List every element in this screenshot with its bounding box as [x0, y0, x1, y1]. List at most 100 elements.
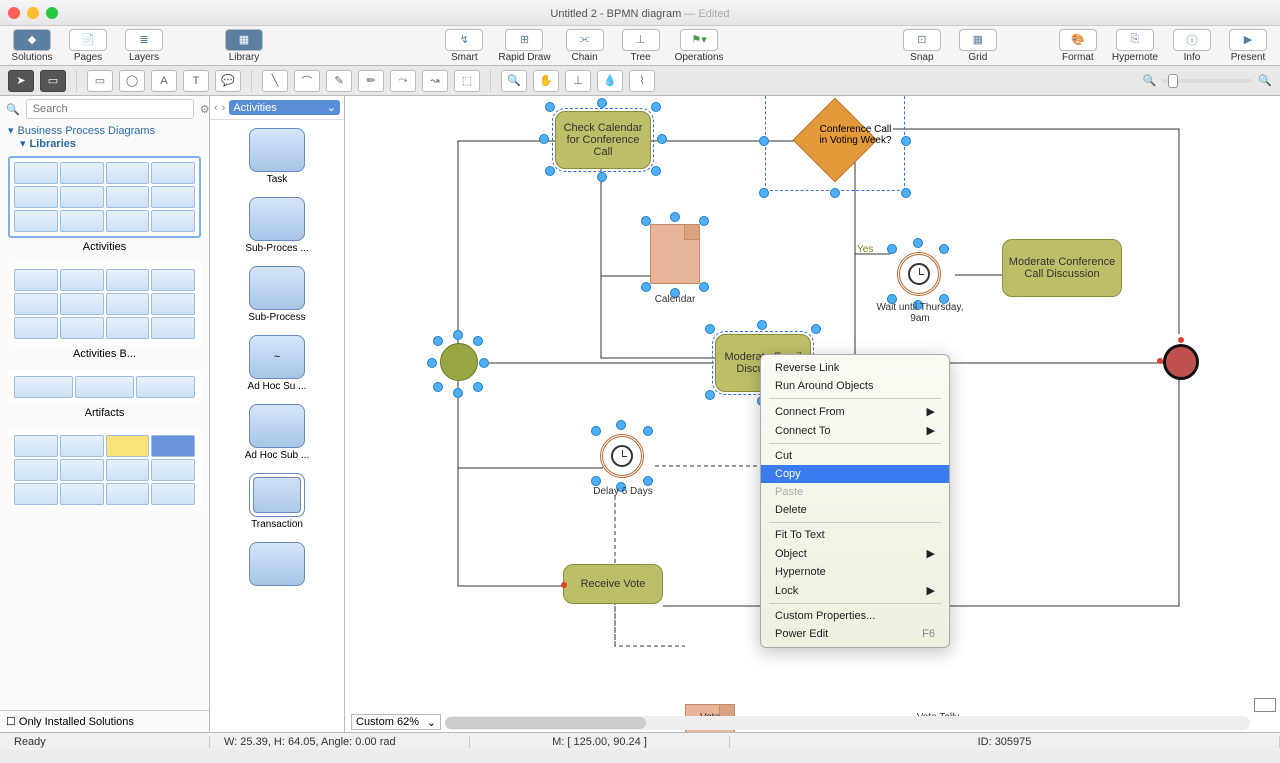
ctx-paste: Paste	[761, 483, 949, 501]
grid-button[interactable]: ▦Grid	[952, 27, 1004, 65]
ctx-lock[interactable]: Lock▶	[761, 581, 949, 600]
library-button[interactable]: ▦Library	[218, 27, 270, 65]
status-id: ID: 305975	[730, 736, 1280, 748]
solutions-panel: 🔍 ⚙ ▾ Business Process Diagrams ▾ Librar…	[0, 96, 210, 732]
gear-icon[interactable]: ⚙	[200, 103, 210, 116]
hypernote-button[interactable]: ⎘Hypernote	[1108, 27, 1162, 65]
brush-tool[interactable]: ⌇	[629, 70, 655, 92]
chain-button[interactable]: ⫘Chain	[559, 27, 611, 65]
ctx-connect-to[interactable]: Connect To▶	[761, 421, 949, 440]
zoom-out-icon[interactable]: 🔍	[1143, 74, 1157, 87]
ctx-delete[interactable]: Delete	[761, 501, 949, 519]
ellipse-tool[interactable]: ◯	[119, 70, 145, 92]
shape-fwd-icon[interactable]: ›	[222, 102, 226, 114]
zoom-tool[interactable]: 🔍	[501, 70, 527, 92]
shape-transaction[interactable]: Transaction	[218, 473, 336, 530]
frame-tool[interactable]: ⬚	[454, 70, 480, 92]
ctx-connect-from[interactable]: Connect From▶	[761, 402, 949, 421]
tree-button[interactable]: ⊥Tree	[615, 27, 667, 65]
pen-tool[interactable]: ✎	[326, 70, 352, 92]
shape-library-panel: ‹ › Activities⌄ Task Sub-Proces ... Sub-…	[210, 96, 345, 732]
ctx-power-edit[interactable]: Power EditF6	[761, 625, 949, 643]
tree-libraries[interactable]: ▾ Libraries	[8, 137, 201, 150]
shape-adhoc1[interactable]: ~Ad Hoc Su ...	[218, 335, 336, 392]
status-dimensions: W: 25.39, H: 64.05, Angle: 0.00 rad	[210, 736, 470, 748]
shape-category-select[interactable]: Activities⌄	[229, 100, 340, 115]
label-calendar: Calendar	[655, 294, 696, 305]
marquee-tool[interactable]: ▭	[40, 70, 66, 92]
present-button[interactable]: ▶Present	[1222, 27, 1274, 65]
rapid-draw-button[interactable]: ⊞Rapid Draw	[494, 27, 554, 65]
ctx-hypernote[interactable]: Hypernote	[761, 563, 949, 581]
selection-box	[765, 96, 905, 191]
pages-button[interactable]: 📄Pages	[62, 27, 114, 65]
start-event[interactable]	[440, 343, 478, 381]
status-mouse: M: [ 125.00, 90.24 ]	[470, 736, 730, 748]
label-delay: Delay 6 Days	[593, 486, 652, 497]
ctx-custom-props[interactable]: Custom Properties...	[761, 607, 949, 625]
secondary-toolbar: ➤ ▭ ▭ ◯ A T 💬 ╲ ⌒ ✎ ✏ ⤳ ↝ ⬚ 🔍 ✋ ⊥ 💧 ⌇ 🔍 …	[0, 66, 1280, 96]
ctx-fit-to-text[interactable]: Fit To Text	[761, 526, 949, 544]
doc-calendar[interactable]	[650, 224, 700, 284]
ctx-object[interactable]: Object▶	[761, 544, 949, 563]
arc-tool[interactable]: ⌒	[294, 70, 320, 92]
callout-tool[interactable]: 💬	[215, 70, 241, 92]
context-menu: Reverse Link Run Around Objects Connect …	[760, 354, 950, 648]
shape-subproc2[interactable]: Sub-Process	[218, 266, 336, 323]
lib-activities[interactable]: Activities	[8, 156, 201, 253]
pencil-tool[interactable]: ✏	[358, 70, 384, 92]
zoom-slider-area: 🔍 🔍	[1143, 74, 1272, 87]
snap-button[interactable]: ⊡Snap	[896, 27, 948, 65]
info-button[interactable]: ⓘInfo	[1166, 27, 1218, 65]
h-scrollbar[interactable]	[445, 716, 1250, 730]
status-ready: Ready	[0, 736, 210, 748]
tree-bpd[interactable]: ▾ Business Process Diagrams	[8, 124, 201, 137]
end-event[interactable]	[1163, 344, 1199, 380]
smart-connector-tool[interactable]: ↝	[422, 70, 448, 92]
text-tool[interactable]: A	[151, 70, 177, 92]
smart-button[interactable]: ↯Smart	[438, 27, 490, 65]
label-wait: Wait until Thursday, 9am	[875, 302, 965, 324]
textbox-tool[interactable]: T	[183, 70, 209, 92]
connector-tool[interactable]: ⤳	[390, 70, 416, 92]
eyedropper-tool[interactable]: 💧	[597, 70, 623, 92]
zoom-select[interactable]: Custom 62%⌄	[351, 714, 441, 730]
ctx-cut[interactable]: Cut	[761, 447, 949, 465]
task-receive-vote[interactable]: Receive Vote	[563, 564, 663, 604]
zoom-in-icon[interactable]: 🔍	[1258, 74, 1272, 87]
canvas[interactable]: Check Calendar for Conference Call Confe…	[345, 96, 1280, 732]
lib-artifacts[interactable]: Artifacts	[8, 370, 201, 419]
solutions-button[interactable]: ◆Solutions	[6, 27, 58, 65]
statusbar: Ready W: 25.39, H: 64.05, Angle: 0.00 ra…	[0, 732, 1280, 750]
layers-button[interactable]: ≣Layers	[118, 27, 170, 65]
only-installed-checkbox[interactable]: ☐ Only Installed Solutions	[0, 710, 209, 732]
zoom-slider[interactable]	[1162, 79, 1252, 83]
line-tool[interactable]: ╲	[262, 70, 288, 92]
pointer-tool[interactable]: ➤	[8, 70, 34, 92]
format-button[interactable]: 🎨Format	[1052, 27, 1104, 65]
ctx-copy[interactable]: Copy	[761, 465, 949, 483]
search-icon: 🔍	[6, 103, 20, 116]
shape-more[interactable]	[218, 542, 336, 586]
task-moderate-call[interactable]: Moderate Conference Call Discussion	[1002, 239, 1122, 297]
pan-tool[interactable]: ✋	[533, 70, 559, 92]
task-check-calendar[interactable]: Check Calendar for Conference Call	[555, 111, 651, 169]
timer-delay-6-days[interactable]	[600, 434, 644, 478]
shape-back-icon[interactable]: ‹	[214, 102, 218, 114]
shape-subproc1[interactable]: Sub-Proces ...	[218, 197, 336, 254]
ctx-reverse-link[interactable]: Reverse Link	[761, 359, 949, 377]
lib-misc[interactable]	[8, 429, 201, 511]
timer-wait-thursday[interactable]	[897, 252, 941, 296]
window-title: Untitled 2 - BPMN diagram — Edited	[0, 5, 1280, 20]
main-toolbar: ◆Solutions 📄Pages ≣Layers ▦Library ↯Smar…	[0, 26, 1280, 66]
lib-activities-b[interactable]: Activities B...	[8, 263, 201, 360]
shape-task[interactable]: Task	[218, 128, 336, 185]
minimap-toggle[interactable]	[1254, 698, 1276, 712]
search-input[interactable]	[26, 99, 194, 119]
stamp-tool[interactable]: ⊥	[565, 70, 591, 92]
ctx-run-around[interactable]: Run Around Objects	[761, 377, 949, 395]
shape-adhoc2[interactable]: Ad Hoc Sub ...	[218, 404, 336, 461]
operations-button[interactable]: ⚑▾Operations	[671, 27, 728, 65]
rect-tool[interactable]: ▭	[87, 70, 113, 92]
titlebar: Untitled 2 - BPMN diagram — Edited	[0, 0, 1280, 26]
